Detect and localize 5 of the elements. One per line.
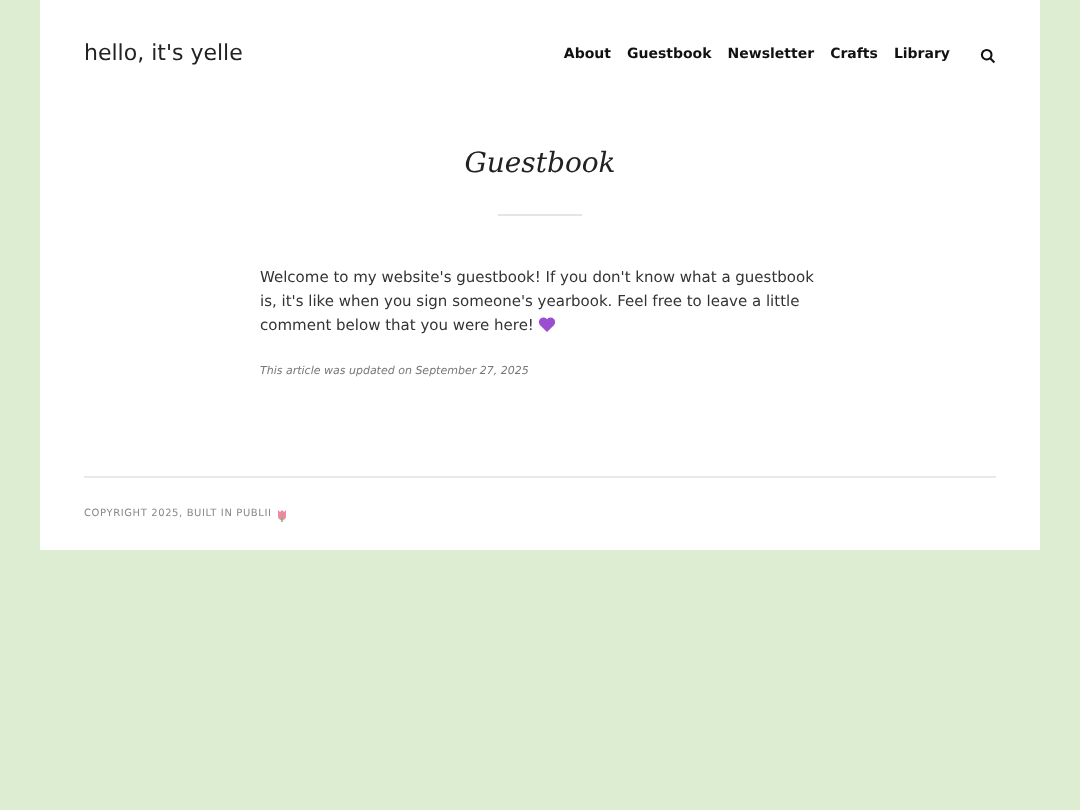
page-title: Guestbook	[464, 146, 616, 184]
search-icon[interactable]	[980, 47, 996, 63]
site-title[interactable]: hello, it's yelle	[84, 38, 243, 72]
heart-icon	[538, 316, 557, 332]
flower-icon	[277, 510, 286, 522]
